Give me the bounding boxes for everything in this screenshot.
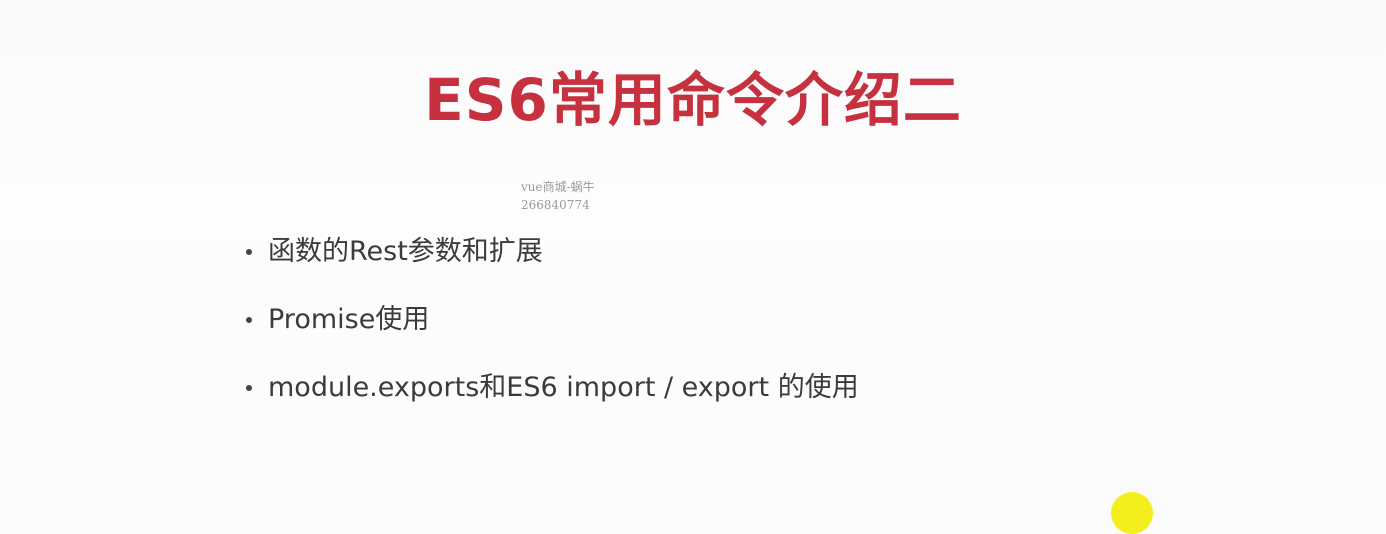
watermark-line-2: 266840774	[521, 198, 590, 212]
watermark: vue商城-蜗牛 266840774	[521, 178, 595, 214]
bullet-item-rest-params: 函数的Rest参数和扩展	[240, 232, 859, 300]
bullet-text: 函数的Rest参数和扩展	[268, 236, 543, 267]
bullet-text: module.exports和ES6 import / export 的使用	[268, 372, 859, 403]
bullet-item-promise: Promise使用	[240, 300, 859, 368]
slide-title: ES6常用命令介绍二	[424, 66, 962, 134]
bullet-dot-icon	[246, 317, 252, 323]
presentation-slide: ES6常用命令介绍二 vue商城-蜗牛 266840774 函数的Rest参数和…	[0, 0, 1386, 534]
bullet-text: Promise使用	[268, 304, 430, 335]
pointer-highlight-icon	[1111, 492, 1153, 534]
bullet-dot-icon	[246, 385, 252, 391]
bullet-item-module-exports: module.exports和ES6 import / export 的使用	[240, 368, 859, 436]
bullet-list: 函数的Rest参数和扩展 Promise使用 module.exports和ES…	[240, 232, 859, 436]
bullet-dot-icon	[246, 249, 252, 255]
watermark-line-1: vue商城-蜗牛	[521, 180, 595, 194]
